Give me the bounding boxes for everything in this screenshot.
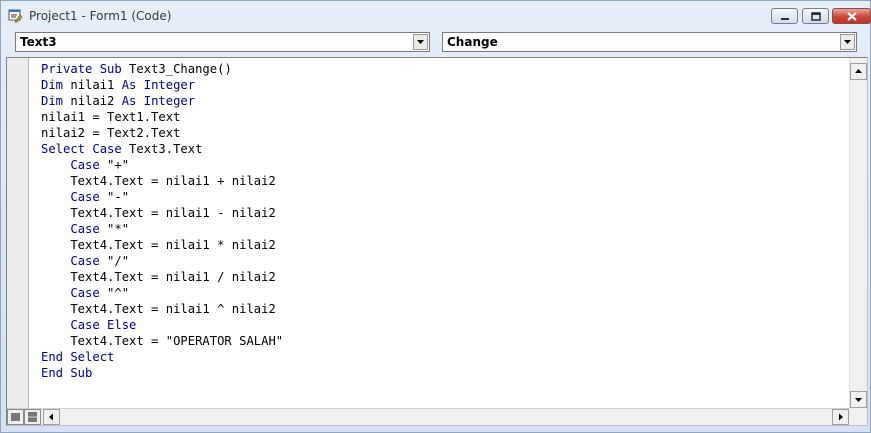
code-keyword: Case [70, 222, 100, 236]
arrow-down-icon [855, 398, 862, 402]
code-keyword: As Integer [121, 94, 196, 108]
code-keyword: End Sub [41, 366, 93, 380]
maximize-button[interactable] [802, 8, 829, 24]
code-line[interactable]: Dim nilai2 As Integer [41, 93, 283, 109]
code-token: nilai2 = Text2.Text [41, 126, 181, 140]
code-keyword: Private Sub [41, 62, 122, 76]
arrow-up-icon [855, 69, 862, 73]
code-line[interactable]: Text4.Text = nilai1 ^ nilai2 [41, 301, 283, 317]
scroll-left-button[interactable] [43, 409, 60, 425]
code-keyword: End Select [41, 350, 115, 364]
code-token: nilai1 [63, 78, 122, 92]
code-line[interactable]: End Select [41, 349, 283, 365]
code-keyword: Dim [41, 94, 64, 108]
code-token: Text4.Text = "OPERATOR SALAH" [41, 334, 284, 348]
margin-indicator-bar[interactable] [7, 58, 29, 408]
code-keyword: As Integer [121, 78, 196, 92]
code-token: Text4.Text = nilai1 / nilai2 [41, 270, 276, 284]
title-bar[interactable]: Project1 - Form1 (Code) [1, 1, 871, 29]
code-keyword: Case Else [70, 318, 137, 332]
code-line[interactable]: End Sub [41, 365, 283, 381]
code-line[interactable]: Case Else [41, 317, 283, 333]
procedure-view-icon [11, 413, 20, 421]
scrollbar-corner [849, 408, 867, 425]
object-combo[interactable]: Text3 [15, 32, 430, 52]
code-token: Text4.Text = nilai1 ^ nilai2 [41, 302, 276, 316]
code-line[interactable]: Case "/" [41, 253, 283, 269]
code-line[interactable]: nilai1 = Text1.Text [41, 109, 283, 125]
code-line[interactable]: nilai2 = Text2.Text [41, 125, 283, 141]
code-keyword: Select Case [41, 142, 122, 156]
code-line[interactable]: Text4.Text = nilai1 * nilai2 [41, 237, 283, 253]
code-editor[interactable]: Private Sub Text3_Change() Dim nilai1 As … [6, 57, 868, 426]
full-module-view-icon [28, 412, 37, 422]
close-button[interactable] [832, 8, 871, 24]
code-window: Project1 - Form1 (Code) Text3 Change Pri… [0, 0, 871, 433]
code-token: "/" [99, 254, 130, 268]
code-token: Text3_Change() [121, 62, 232, 76]
vertical-scrollbar[interactable] [849, 58, 867, 408]
code-token: "*" [99, 222, 130, 236]
code-token: nilai1 = Text1.Text [41, 110, 181, 124]
code-keyword: Case [70, 158, 100, 172]
full-module-view-button[interactable] [24, 409, 41, 425]
window-title: Project1 - Form1 (Code) [29, 9, 172, 23]
code-text[interactable]: Private Sub Text3_Change() Dim nilai1 As … [41, 61, 283, 381]
code-keyword: Case [70, 254, 100, 268]
code-token: Text3.Text [121, 142, 203, 156]
code-token: nilai2 [63, 94, 122, 108]
chevron-down-icon [844, 40, 851, 44]
code-line[interactable]: Case "*" [41, 221, 283, 237]
scroll-right-button[interactable] [832, 409, 849, 425]
close-icon [847, 12, 857, 21]
procedure-combo[interactable]: Change [442, 32, 857, 52]
code-line[interactable]: Select Case Text3.Text [41, 141, 283, 157]
code-line[interactable]: Text4.Text = nilai1 / nilai2 [41, 269, 283, 285]
maximize-icon [811, 12, 821, 21]
code-token: "^" [99, 286, 130, 300]
code-line[interactable]: Text4.Text = "OPERATOR SALAH" [41, 333, 283, 349]
scroll-up-button[interactable] [850, 63, 867, 80]
minimize-icon [781, 18, 789, 20]
procedure-combo-dropdown-button[interactable] [840, 34, 855, 50]
arrow-left-icon [49, 413, 53, 421]
code-line[interactable]: Text4.Text = nilai1 - nilai2 [41, 205, 283, 221]
horizontal-scrollbar[interactable] [7, 408, 849, 425]
code-line[interactable]: Case "-" [41, 189, 283, 205]
code-line[interactable]: Text4.Text = nilai1 + nilai2 [41, 173, 283, 189]
code-token: Text4.Text = nilai1 * nilai2 [41, 238, 276, 252]
code-line[interactable]: Case "^" [41, 285, 283, 301]
code-token: "+" [99, 158, 130, 172]
code-keyword: Case [70, 286, 100, 300]
procedure-combo-value: Change [447, 35, 498, 49]
code-line[interactable]: Private Sub Text3_Change() [41, 61, 283, 77]
code-token: "-" [99, 190, 130, 204]
code-keyword: Dim [41, 78, 64, 92]
code-token: Text4.Text = nilai1 - nilai2 [41, 206, 276, 220]
minimize-button[interactable] [771, 8, 798, 24]
object-combo-value: Text3 [20, 35, 57, 49]
procedure-view-button[interactable] [7, 409, 24, 425]
arrow-right-icon [839, 413, 843, 421]
vb-code-window-icon [8, 8, 24, 23]
object-combo-dropdown-button[interactable] [413, 34, 428, 50]
code-keyword: Case [70, 190, 100, 204]
chevron-down-icon [417, 40, 424, 44]
code-token: Text4.Text = nilai1 + nilai2 [41, 174, 276, 188]
code-line[interactable]: Dim nilai1 As Integer [41, 77, 283, 93]
scroll-down-button[interactable] [850, 391, 867, 408]
code-line[interactable]: Case "+" [41, 157, 283, 173]
